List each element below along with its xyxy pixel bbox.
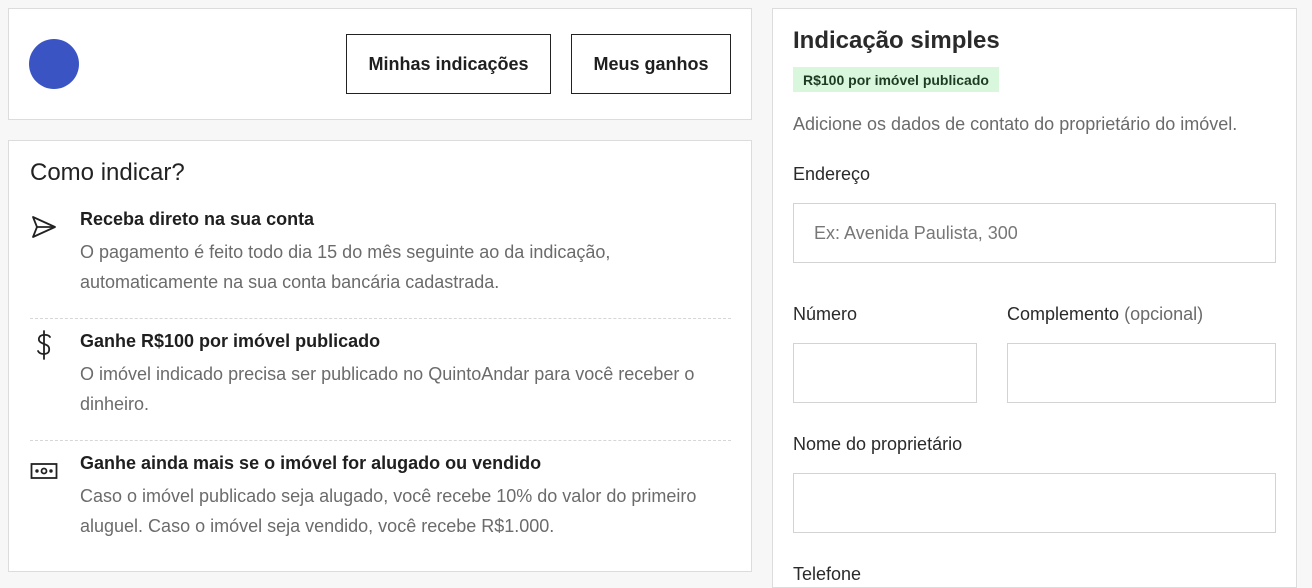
divider bbox=[30, 440, 731, 441]
step-title: Ganhe R$100 por imóvel publicado bbox=[80, 331, 381, 351]
phone-label: Telefone bbox=[793, 564, 862, 584]
dollar-icon bbox=[30, 330, 58, 360]
address-label: Endereço bbox=[793, 164, 871, 184]
money-bill-icon bbox=[30, 457, 58, 485]
owner-name-label: Nome do proprietário bbox=[793, 434, 963, 454]
form-title: Indicação simples bbox=[793, 27, 1000, 54]
number-input[interactable] bbox=[793, 343, 977, 403]
owner-name-input[interactable] bbox=[793, 473, 1276, 533]
my-referrals-button[interactable]: Minhas indicações bbox=[346, 34, 551, 94]
how-to-refer-title: Como indicar? bbox=[30, 159, 185, 186]
step-title: Ganhe ainda mais se o imóvel for alugado… bbox=[80, 453, 542, 473]
number-label: Número bbox=[793, 304, 858, 324]
send-icon bbox=[30, 213, 58, 241]
address-input[interactable] bbox=[793, 203, 1276, 263]
form-subtitle: Adicione os dados de contato do propriet… bbox=[793, 114, 1238, 134]
optional-tag: (opcional) bbox=[1124, 304, 1204, 324]
complement-label: Complemento (opcional) bbox=[1007, 304, 1203, 325]
how-to-refer-card: Como indicar? Receba direto na sua conta… bbox=[8, 140, 752, 572]
step-description: Caso o imóvel publicado seja alugado, vo… bbox=[80, 486, 697, 536]
step-description: O pagamento é feito todo dia 15 do mês s… bbox=[80, 242, 611, 292]
divider bbox=[30, 318, 731, 319]
step-title: Receba direto na sua conta bbox=[80, 209, 315, 229]
my-earnings-button[interactable]: Meus ganhos bbox=[571, 34, 731, 94]
complement-label-text: Complemento bbox=[1007, 304, 1120, 324]
step-description: O imóvel indicado precisa ser publicado … bbox=[80, 364, 695, 414]
complement-input[interactable] bbox=[1007, 343, 1276, 403]
reward-badge: R$100 por imóvel publicado bbox=[793, 67, 999, 92]
simple-referral-form: Indicação simples R$100 por imóvel publi… bbox=[772, 8, 1297, 588]
avatar[interactable] bbox=[29, 39, 79, 89]
referral-header-card: Minhas indicações Meus ganhos bbox=[8, 8, 752, 120]
